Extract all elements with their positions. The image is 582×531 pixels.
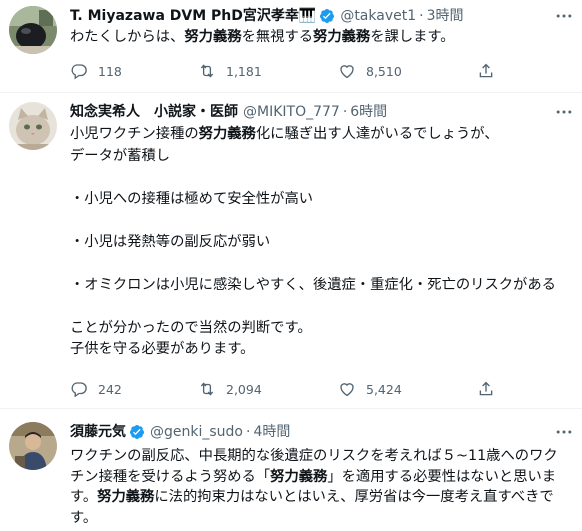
text-segment: 小児ワクチン接種の — [70, 126, 199, 142]
tweet-2[interactable]: 知念実希人 小説家・医師 @MIKITO_777 · 6時間 小児ワクチン接種の… — [0, 93, 582, 408]
like-count: 5,424 — [366, 381, 402, 397]
author-handle[interactable]: @MIKITO_777 — [243, 102, 340, 122]
tweet-header: 須藤元気 @genki_sudo · 4時間 — [70, 422, 290, 442]
heart-icon — [340, 383, 354, 397]
verified-badge-icon — [319, 8, 335, 24]
text-segment: を課します。 — [370, 29, 455, 45]
tweet-3[interactable]: 須藤元気 @genki_sudo · 4時間 ワクチンの副反応、中長期的な後遺症… — [0, 409, 582, 531]
reply-icon — [71, 64, 87, 80]
heart-icon — [340, 65, 354, 79]
avatar[interactable] — [9, 6, 57, 54]
tweet-text: わたくしからは、努力義務を無視する努力義務を課します。 — [70, 27, 565, 48]
separator-dot: · — [246, 424, 251, 440]
like-count: 8,510 — [366, 63, 402, 79]
author-handle[interactable]: @genki_sudo — [150, 422, 243, 442]
retweet-button[interactable]: 1,181 — [198, 61, 262, 81]
reply-icon — [71, 382, 87, 398]
tweet-actions: 118 1,181 8,510 — [70, 61, 510, 81]
text-segment: わたくしからは、 — [70, 29, 185, 45]
reply-button[interactable]: 118 — [70, 61, 122, 81]
like-button[interactable]: 8,510 — [338, 61, 402, 81]
author-name[interactable]: 須藤元気 — [70, 422, 126, 442]
reply-count: 118 — [98, 63, 122, 79]
tweet-text: ワクチンの副反応、中長期的な後遺症のリスクを考えれば５~11歳へのワクチン接種を… — [70, 446, 570, 528]
retweet-icon — [200, 382, 214, 396]
tweet-header: 知念実希人 小説家・医師 @MIKITO_777 · 6時間 — [70, 102, 387, 122]
share-button[interactable] — [477, 61, 495, 81]
more-icon[interactable] — [554, 422, 574, 442]
share-button[interactable] — [477, 379, 495, 399]
author-name[interactable]: 知念実希人 小説家・医師 — [70, 102, 238, 122]
highlighted-term: 努力義務 — [184, 29, 242, 45]
like-button[interactable]: 5,424 — [338, 379, 402, 399]
reply-button[interactable]: 242 — [70, 379, 122, 399]
reply-count: 242 — [98, 381, 122, 397]
more-icon[interactable] — [554, 102, 574, 122]
retweet-count: 1,181 — [226, 63, 262, 79]
tweet-time[interactable]: 6時間 — [350, 102, 387, 122]
tweet-header: T. Miyazawa DVM PhD宮沢孝幸🎹 @takavet1 · 3時間 — [70, 6, 464, 26]
avatar[interactable] — [9, 422, 57, 470]
tweet-1[interactable]: T. Miyazawa DVM PhD宮沢孝幸🎹 @takavet1 · 3時間… — [0, 0, 582, 92]
highlighted-term: 努力義務 — [97, 489, 155, 505]
share-icon — [479, 63, 493, 78]
text-segment: を無視する — [241, 29, 314, 45]
author-name[interactable]: T. Miyazawa DVM PhD宮沢孝幸🎹 — [70, 6, 316, 26]
retweet-count: 2,094 — [226, 381, 262, 397]
separator-dot: · — [342, 104, 348, 120]
highlighted-term: 努力義務 — [198, 126, 256, 142]
tweet-actions: 242 2,094 5,424 — [70, 379, 510, 399]
author-handle[interactable]: @takavet1 — [340, 6, 416, 26]
avatar[interactable] — [9, 102, 57, 150]
highlighted-term: 努力義務 — [270, 468, 328, 485]
more-icon[interactable] — [554, 6, 574, 26]
retweet-button[interactable]: 2,094 — [198, 379, 262, 399]
text-segment: 化に騒ぎ出す人達がいるでしょうが、 データが蓄積し ・小児への接種は極めて安全性… — [70, 126, 556, 357]
retweet-icon — [200, 64, 214, 78]
highlighted-term: 努力義務 — [313, 29, 371, 45]
separator-dot: · — [419, 8, 424, 24]
tweet-time[interactable]: 4時間 — [253, 422, 290, 442]
verified-badge-icon — [129, 424, 145, 440]
tweet-time[interactable]: 3時間 — [427, 6, 464, 26]
tweet-text: 小児ワクチン接種の努力義務化に騒ぎ出す人達がいるでしょうが、 データが蓄積し ・… — [70, 124, 568, 361]
share-icon — [479, 381, 493, 396]
